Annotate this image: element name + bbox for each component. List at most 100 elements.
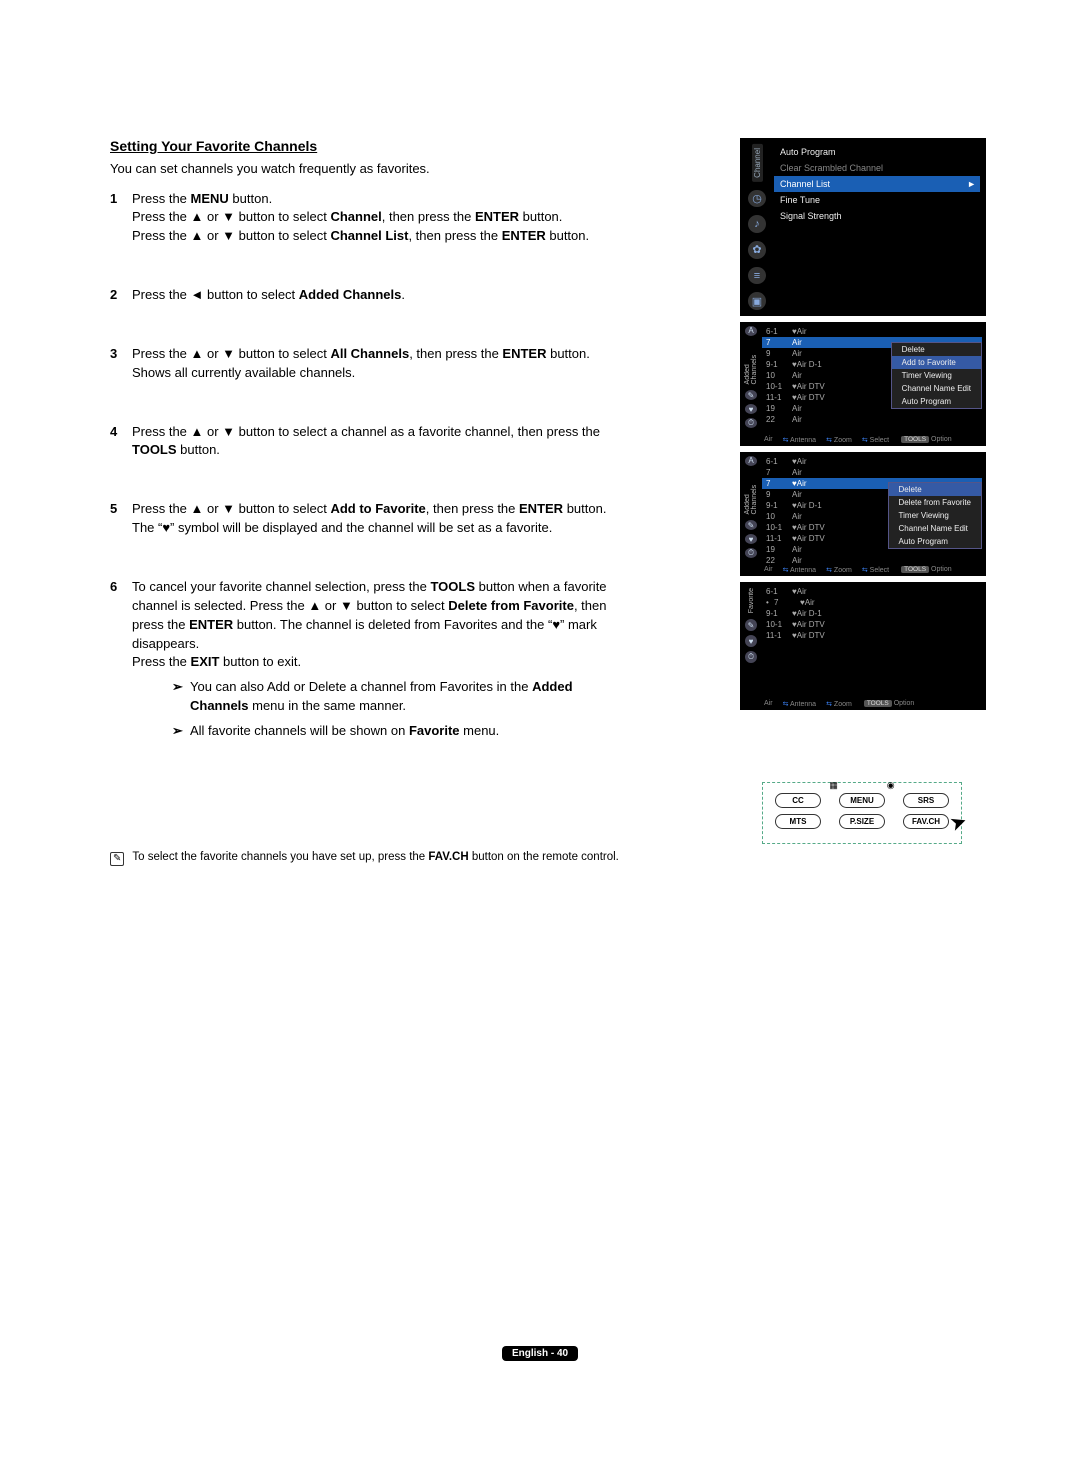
sidebar-icon: ✎	[745, 520, 757, 530]
channel-row[interactable]: 6-1♥Air	[762, 586, 982, 597]
step-number: 5	[110, 500, 132, 538]
context-popup: DeleteDelete from FavoriteTimer ViewingC…	[888, 482, 982, 549]
popup-item[interactable]: Timer Viewing	[889, 509, 981, 522]
step: 6To cancel your favorite channel selecti…	[110, 578, 620, 741]
channel-row[interactable]: 7Air	[762, 467, 982, 478]
intro-text: You can set channels you watch frequentl…	[110, 160, 620, 178]
popup-item[interactable]: Channel Name Edit	[892, 382, 981, 395]
osd-added-channels-delete: A Added Channels ✎ ♥ ⏱ 6-1♥Air7Air7♥Air9…	[740, 452, 986, 576]
page: Setting Your Favorite Channels You can s…	[0, 0, 1080, 1421]
step-body: Press the ◄ button to select Added Chann…	[132, 286, 620, 305]
clist-sidebar: A Added Channels ✎ ♥ ⏱	[743, 456, 759, 558]
page-footer: English - 40	[110, 1346, 970, 1361]
main-content: Setting Your Favorite Channels You can s…	[110, 138, 620, 866]
popup-item[interactable]: Auto Program	[889, 535, 981, 548]
clist-sidebar: A Added Channels ✎ ♥ ⏱	[743, 326, 759, 428]
heart-icon: ♥	[745, 635, 757, 647]
channel-row[interactable]: 22Air	[762, 414, 982, 425]
osd-favorite-list: Favorite ✎ ♥ ⏱ 6-1♥Air•7♥Air9-1♥Air D-11…	[740, 582, 986, 710]
bar-left: Air	[764, 700, 773, 708]
step-number: 4	[110, 423, 132, 461]
step: 1Press the MENU button.Press the ▲ or ▼ …	[110, 190, 620, 247]
sidebar-icon: ⏱	[745, 548, 757, 558]
bar-left: Air	[764, 436, 773, 444]
sidebar-icon: ⏱	[745, 418, 757, 428]
step-body: Press the ▲ or ▼ button to select Add to…	[132, 500, 620, 538]
clist-sidebar: Favorite ✎ ♥ ⏱	[743, 586, 759, 692]
remote-button-psize[interactable]: P.SIZE	[839, 814, 885, 829]
channel-row[interactable]: 10-1♥Air DTV	[762, 619, 982, 630]
step: 4Press the ▲ or ▼ button to select a cha…	[110, 423, 620, 461]
step-number: 2	[110, 286, 132, 305]
step-sub-item: ➢You can also Add or Delete a channel fr…	[172, 678, 620, 716]
cursor-icon: ➤	[946, 808, 970, 837]
remote-outline: ▦ ◉ CCMENUSRS MTSP.SIZEFAV.CH ➤	[762, 782, 962, 844]
step: 3Press the ▲ or ▼ button to select All C…	[110, 345, 620, 383]
step-sub-list: ➢You can also Add or Delete a channel fr…	[132, 678, 620, 741]
note-icon: ✎	[110, 852, 124, 866]
context-popup: DeleteAdd to FavoriteTimer ViewingChanne…	[891, 342, 982, 409]
osd-menu-item[interactable]: Channel List	[774, 176, 980, 192]
section-title: Setting Your Favorite Channels	[110, 138, 620, 154]
remote-row: CC MENU SRS	[775, 793, 949, 808]
remote-button-favch[interactable]: FAV.CH	[903, 814, 949, 829]
step: 5Press the ▲ or ▼ button to select Add t…	[110, 500, 620, 538]
sidebar-icon: ♪	[748, 215, 766, 233]
popup-item[interactable]: Delete	[889, 483, 981, 496]
sidebar-icon: ≡	[748, 267, 766, 285]
osd-menu-item[interactable]: Fine Tune	[774, 192, 980, 208]
step-number: 1	[110, 190, 132, 247]
screenshots: Channel ◷ ♪ ✿ ≡ ▣ Auto ProgramClear Scra…	[740, 138, 986, 716]
channel-row[interactable]: 6-1♥Air	[762, 326, 982, 337]
clist-sidebar-label: Added Channels	[744, 470, 758, 516]
sidebar-icon: A	[745, 326, 757, 336]
popup-item[interactable]: Add to Favorite	[892, 356, 981, 369]
step-body: To cancel your favorite channel selectio…	[132, 578, 620, 741]
step-sub-item: ➢All favorite channels will be shown on …	[172, 722, 620, 741]
popup-item[interactable]: Delete	[892, 343, 981, 356]
channel-row[interactable]: 22Air	[762, 555, 982, 566]
popup-item[interactable]: Channel Name Edit	[889, 522, 981, 535]
osd-channel-menu: Channel ◷ ♪ ✿ ≡ ▣ Auto ProgramClear Scra…	[740, 138, 986, 316]
steps-list: 1Press the MENU button.Press the ▲ or ▼ …	[110, 190, 620, 741]
note-text: To select the favorite channels you have…	[132, 851, 620, 863]
remote-button-cc[interactable]: CC	[775, 793, 821, 808]
record-icon: ◉	[887, 780, 895, 791]
osd-menu-item[interactable]: Auto Program	[774, 144, 980, 160]
bottom-bar: Air ⇆ Antenna ⇆ Zoom ⇆ Select TOOLS Opti…	[744, 436, 982, 444]
channel-row[interactable]: •7♥Air	[762, 597, 982, 608]
popup-item[interactable]: Timer Viewing	[892, 369, 981, 382]
step-body: Press the MENU button.Press the ▲ or ▼ b…	[132, 190, 620, 247]
channel-rows: 6-1♥Air•7♥Air9-1♥Air D-110-1♥Air DTV11-1…	[762, 586, 982, 641]
bottom-bar: Air ⇆ Antenna ⇆ Zoom TOOLS Option	[744, 700, 982, 708]
sidebar-icon: ✿	[748, 241, 766, 259]
sidebar-icon: ◷	[748, 190, 766, 208]
step-number: 6	[110, 578, 132, 741]
popup-item[interactable]: Delete from Favorite	[889, 496, 981, 509]
sidebar-icon: ⏱	[745, 651, 757, 663]
clist-sidebar-label: Added Channels	[744, 340, 758, 386]
channel-row[interactable]: 11-1♥Air DTV	[762, 630, 982, 641]
popup-item[interactable]: Auto Program	[892, 395, 981, 408]
bottom-bar: Air ⇆ Antenna ⇆ Zoom ⇆ Select TOOLS Opti…	[744, 566, 982, 574]
osd-menu-item[interactable]: Signal Strength	[774, 208, 980, 224]
osd-sidebar-label: Channel	[752, 144, 763, 182]
osd-menu-items: Auto ProgramClear Scrambled ChannelChann…	[774, 144, 980, 224]
step-number: 3	[110, 345, 132, 383]
sidebar-icon: A	[745, 456, 757, 466]
channel-row[interactable]: 9-1♥Air D-1	[762, 608, 982, 619]
remote-top-icons: ▦ ◉	[763, 780, 961, 791]
osd-sidebar: Channel ◷ ♪ ✿ ≡ ▣	[746, 144, 768, 310]
sidebar-icon: ▣	[748, 292, 766, 310]
osd-menu-item[interactable]: Clear Scrambled Channel	[774, 160, 980, 176]
grid-icon: ▦	[829, 780, 838, 791]
heart-icon: ♥	[745, 534, 757, 544]
remote-button-mts[interactable]: MTS	[775, 814, 821, 829]
remote-button-srs[interactable]: SRS	[903, 793, 949, 808]
sidebar-icon: ✎	[745, 619, 757, 631]
remote-button-menu[interactable]: MENU	[839, 793, 885, 808]
remote-row: MTS P.SIZE FAV.CH	[775, 814, 949, 829]
note: ✎ To select the favorite channels you ha…	[110, 851, 620, 866]
step-body: Press the ▲ or ▼ button to select a chan…	[132, 423, 620, 461]
channel-row[interactable]: 6-1♥Air	[762, 456, 982, 467]
